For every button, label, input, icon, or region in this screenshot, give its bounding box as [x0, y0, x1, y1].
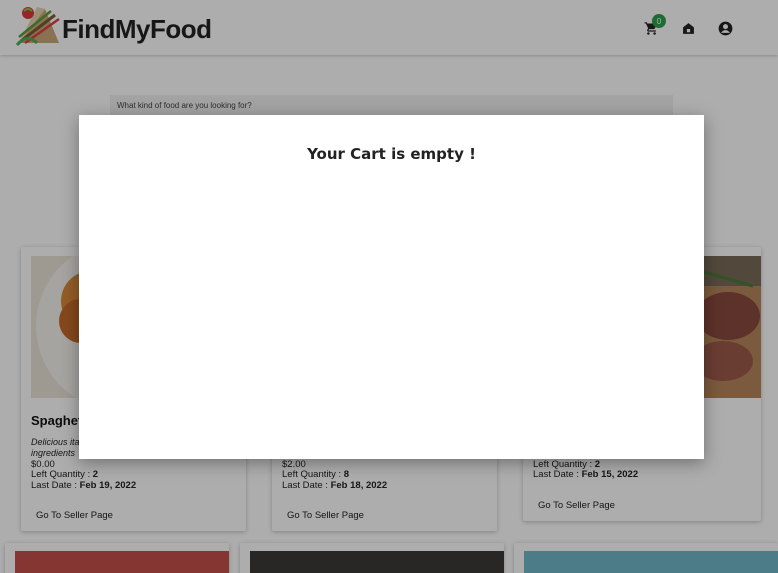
cart-modal: Your Cart is empty ! — [79, 115, 704, 459]
cart-empty-message: Your Cart is empty ! — [307, 145, 476, 163]
